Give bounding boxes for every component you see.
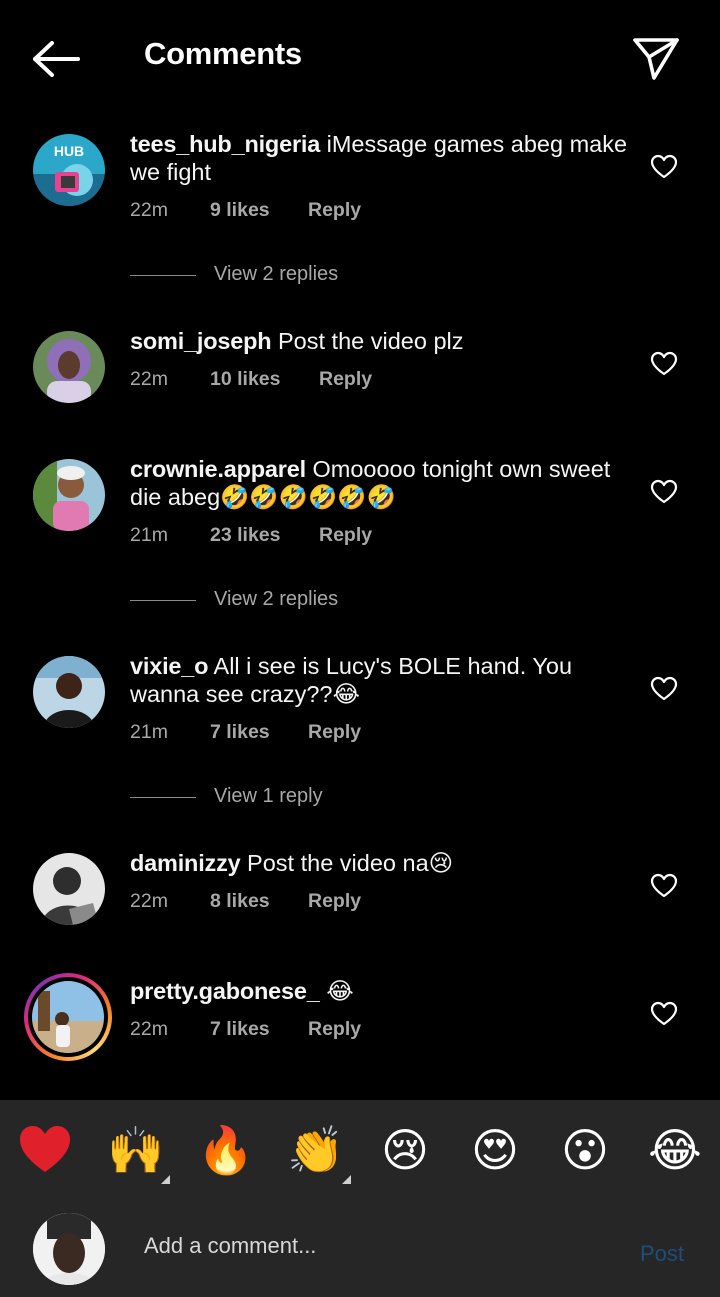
- comment-username[interactable]: somi_joseph: [130, 328, 272, 354]
- heart-icon[interactable]: [650, 873, 678, 899]
- avatar[interactable]: [33, 853, 105, 925]
- view-replies-label: View 1 reply: [214, 785, 323, 807]
- heart-icon[interactable]: [650, 1001, 678, 1027]
- view-replies-button[interactable]: View 2 replies: [130, 262, 530, 288]
- post-button[interactable]: Post: [640, 1241, 684, 1267]
- comment-time: 21m: [130, 721, 168, 743]
- heart-icon[interactable]: [650, 479, 678, 505]
- reply-button[interactable]: Reply: [319, 524, 372, 547]
- comment-time: 21m: [130, 524, 168, 546]
- view-replies-label: View 2 replies: [214, 588, 339, 610]
- comment-username[interactable]: crownie.apparel: [130, 456, 306, 482]
- skin-tone-indicator: [161, 1175, 170, 1184]
- heart-icon[interactable]: [650, 351, 678, 377]
- comment-likes[interactable]: 10 likes: [210, 368, 280, 391]
- view-replies-label: View 2 replies: [214, 263, 339, 285]
- comments-header: Comments: [0, 0, 720, 115]
- comment-likes[interactable]: 8 likes: [210, 890, 270, 913]
- comment-time: 22m: [130, 890, 168, 912]
- replies-divider: [130, 275, 196, 276]
- red-heart-emoji[interactable]: [17, 1122, 73, 1178]
- comment-likes[interactable]: 9 likes: [210, 199, 270, 222]
- avatar: [32, 981, 104, 1053]
- heart-icon[interactable]: [650, 676, 678, 702]
- comment-input[interactable]: [144, 1233, 604, 1259]
- view-replies-button[interactable]: View 1 reply: [130, 784, 530, 810]
- comment-time: 22m: [130, 368, 168, 390]
- page-title: Comments: [144, 36, 302, 71]
- comment-likes[interactable]: 7 likes: [210, 721, 270, 744]
- fire-emoji[interactable]: 🔥: [197, 1122, 254, 1178]
- share-button[interactable]: [630, 35, 682, 83]
- comment-composer: Post: [0, 1195, 720, 1297]
- comment-text: daminizzy Post the video na😢: [130, 849, 630, 877]
- arrow-left-icon: [33, 41, 80, 77]
- reply-button[interactable]: Reply: [308, 890, 361, 913]
- open-mouth-emoji[interactable]: 😮: [557, 1122, 613, 1178]
- comment-time: 22m: [130, 1018, 168, 1040]
- reply-button[interactable]: Reply: [319, 368, 372, 391]
- reply-button[interactable]: Reply: [308, 199, 361, 222]
- crying-face-emoji[interactable]: 😢: [377, 1122, 433, 1178]
- avatar[interactable]: [33, 656, 105, 728]
- replies-divider: [130, 797, 196, 798]
- current-user-avatar: [33, 1213, 105, 1285]
- avatar[interactable]: [33, 459, 105, 531]
- reply-button[interactable]: Reply: [308, 1018, 361, 1041]
- comment-body: Post the video plz: [277, 328, 464, 354]
- svg-text:HUB: HUB: [54, 143, 84, 159]
- comment-likes[interactable]: 23 likes: [210, 524, 280, 547]
- avatar[interactable]: HUB: [33, 134, 105, 206]
- comment-body: Post the video na😢: [247, 850, 454, 876]
- comment-text: pretty.gabonese_ 😂: [130, 977, 630, 1005]
- view-replies-button[interactable]: View 2 replies: [130, 587, 530, 613]
- comment-username[interactable]: pretty.gabonese_: [130, 978, 320, 1004]
- clapping-hands-emoji[interactable]: 👏: [287, 1122, 344, 1178]
- raising-hands-emoji[interactable]: 🙌: [107, 1122, 164, 1178]
- comment-username[interactable]: vixie_o: [130, 653, 208, 679]
- heart-icon[interactable]: [650, 154, 678, 180]
- comment-body: 😂: [326, 978, 354, 1004]
- comment-text: vixie_o All i see is Lucy's BOLE hand. Y…: [130, 652, 630, 708]
- comment-username[interactable]: daminizzy: [130, 850, 241, 876]
- avatar[interactable]: [33, 331, 105, 403]
- skin-tone-indicator: [342, 1175, 351, 1184]
- replies-divider: [130, 600, 196, 601]
- heart-eyes-emoji[interactable]: 😍: [467, 1122, 523, 1178]
- paper-plane-icon: [633, 38, 679, 80]
- comment-text: tees_hub_nigeria iMessage games abeg mak…: [130, 130, 630, 186]
- reply-button[interactable]: Reply: [308, 721, 361, 744]
- comment-time: 22m: [130, 199, 168, 221]
- quick-reactions-bar: 🙌 🔥 👏 😢 😍 😮 😂: [0, 1100, 720, 1195]
- avatar-story-ring[interactable]: [24, 973, 112, 1061]
- tears-of-joy-emoji[interactable]: 😂: [647, 1122, 703, 1178]
- comment-likes[interactable]: 7 likes: [210, 1018, 270, 1041]
- comment-text: crownie.apparel Omooooo tonight own swee…: [130, 455, 630, 511]
- comment-text: somi_joseph Post the video plz: [130, 327, 630, 355]
- back-button[interactable]: [30, 38, 82, 80]
- comment-username[interactable]: tees_hub_nigeria: [130, 131, 320, 157]
